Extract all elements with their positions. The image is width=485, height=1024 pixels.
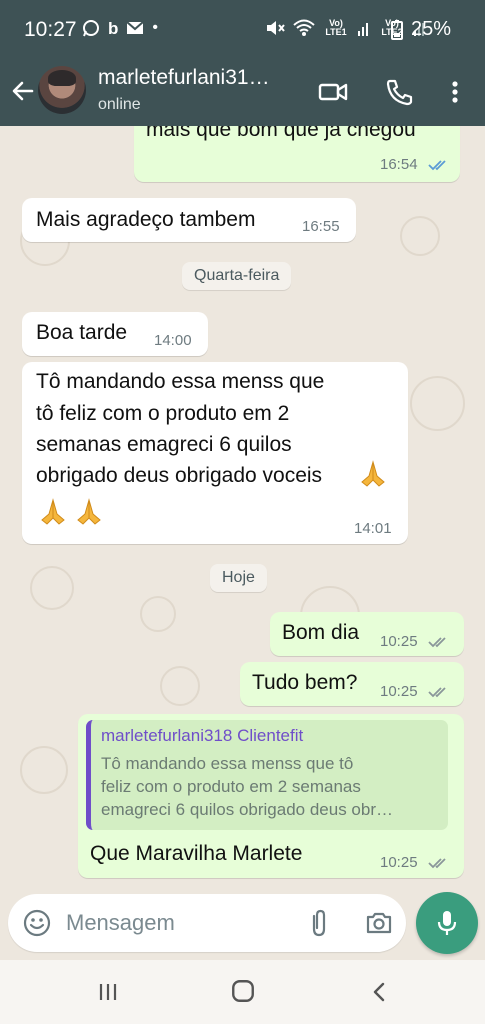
wallpaper-doodle	[400, 216, 440, 256]
quote-line: feliz com o produto em 2 semanas	[101, 777, 361, 796]
praying-hands-emoji-icon	[77, 498, 101, 525]
message-text: Boa tarde	[36, 321, 128, 344]
quote-line: Tô mandando essa menss que tô	[101, 754, 354, 773]
message-time: 10:25	[380, 854, 418, 871]
mail-icon	[126, 21, 145, 34]
mic-icon	[437, 911, 457, 935]
message-line: obrigado deus obrigado voceis	[36, 464, 323, 487]
message-text: Que Maravilha Marlete	[90, 842, 303, 865]
wallpaper-doodle	[30, 566, 74, 610]
date-separator: Hoje	[210, 564, 267, 592]
mic-button[interactable]	[416, 892, 478, 954]
message-line: tô feliz com o produto em 2	[36, 402, 290, 425]
quote-author: marletefurlani318 Clientefit	[101, 726, 304, 745]
wallpaper-doodle	[140, 596, 176, 632]
home-icon[interactable]	[230, 978, 256, 1004]
contact-status: online	[98, 96, 141, 113]
delivered-ticks-icon	[428, 858, 446, 869]
praying-hands-emoji-icon	[361, 460, 385, 487]
camera-icon[interactable]	[364, 908, 394, 938]
sim1-label: Vo) LTE1	[325, 18, 347, 37]
message-time: 16:55	[302, 218, 340, 235]
message-bubble-incoming[interactable]: Tô mandando essa menss que tô feliz com …	[22, 362, 408, 544]
notification-icons: b •	[82, 19, 158, 37]
status-bar: 10:27 b • Vo) LTE1 Vo) LTE2 25%	[0, 0, 485, 58]
read-ticks-icon	[428, 160, 446, 171]
more-vert-icon[interactable]	[440, 78, 470, 106]
message-time: 14:00	[154, 332, 192, 349]
chat-area[interactable]: mais que bom que ja chegou 16:54 Mais ag…	[0, 126, 485, 896]
paperclip-icon[interactable]	[304, 908, 334, 938]
message-bubble-outgoing[interactable]: Tudo bem? 10:25	[240, 662, 464, 706]
message-line: semanas emagreci 6 quilos	[36, 433, 292, 456]
battery-icon	[391, 20, 403, 40]
praying-hands-emoji-icon	[41, 498, 65, 525]
signal-icon-1	[358, 23, 368, 36]
delivered-ticks-icon	[428, 687, 446, 698]
avatar[interactable]	[38, 66, 86, 114]
status-time: 10:27	[24, 18, 77, 41]
message-line: Tô mandando essa menss que	[36, 370, 325, 393]
message-bubble-outgoing[interactable]: mais que bom que ja chegou 16:54	[134, 126, 460, 182]
emoji-icon[interactable]	[22, 908, 52, 938]
chat-header: marletefurlani31… online	[0, 58, 485, 126]
message-text: mais que bom que ja chegou	[146, 126, 416, 141]
quote-text: Tô mandando essa menss que tô feliz com …	[101, 752, 447, 821]
message-time: 16:54	[380, 156, 418, 173]
arrow-left-icon[interactable]	[8, 76, 38, 106]
message-time: 10:25	[380, 683, 418, 700]
wallpaper-doodle	[20, 746, 68, 794]
wifi-icon	[293, 19, 315, 36]
quote-line: emagreci 6 quilos obrigado deus obr…	[101, 800, 394, 819]
message-bubble-outgoing[interactable]: marletefurlani318 Clientefit Tô mandando…	[78, 714, 464, 878]
phone-icon[interactable]	[384, 78, 414, 106]
back-nav-icon[interactable]	[368, 980, 392, 1004]
wallpaper-doodle	[410, 376, 465, 431]
message-text: Tudo bem?	[252, 671, 358, 694]
delivered-ticks-icon	[428, 637, 446, 648]
message-bubble-incoming[interactable]: Mais agradeço tambem 16:55	[22, 198, 356, 242]
message-input[interactable]: Mensagem	[66, 910, 175, 936]
message-composer[interactable]: Mensagem	[8, 894, 406, 952]
message-bubble-outgoing[interactable]: Bom dia 10:25	[270, 612, 464, 656]
video-call-icon[interactable]	[318, 78, 348, 106]
wallpaper-doodle	[160, 666, 200, 706]
android-nav-bar	[0, 960, 485, 1024]
message-bubble-incoming[interactable]: Boa tarde 14:00	[22, 312, 208, 356]
dot-icon: •	[152, 19, 158, 36]
whatsapp-icon	[83, 20, 99, 37]
date-separator: Quarta-feira	[182, 262, 292, 290]
message-time: 10:25	[380, 633, 418, 650]
quoted-message[interactable]: marletefurlani318 Clientefit Tô mandando…	[86, 720, 448, 830]
message-time: 14:01	[354, 520, 392, 537]
battery-percent: 25%	[410, 18, 451, 40]
message-text: Mais agradeço tambem	[36, 208, 256, 231]
mute-icon	[267, 21, 285, 35]
recent-apps-icon[interactable]	[96, 980, 120, 1004]
contact-name[interactable]: marletefurlani31…	[98, 66, 298, 90]
b-app-icon: b	[108, 18, 119, 38]
message-text: Bom dia	[282, 621, 360, 644]
